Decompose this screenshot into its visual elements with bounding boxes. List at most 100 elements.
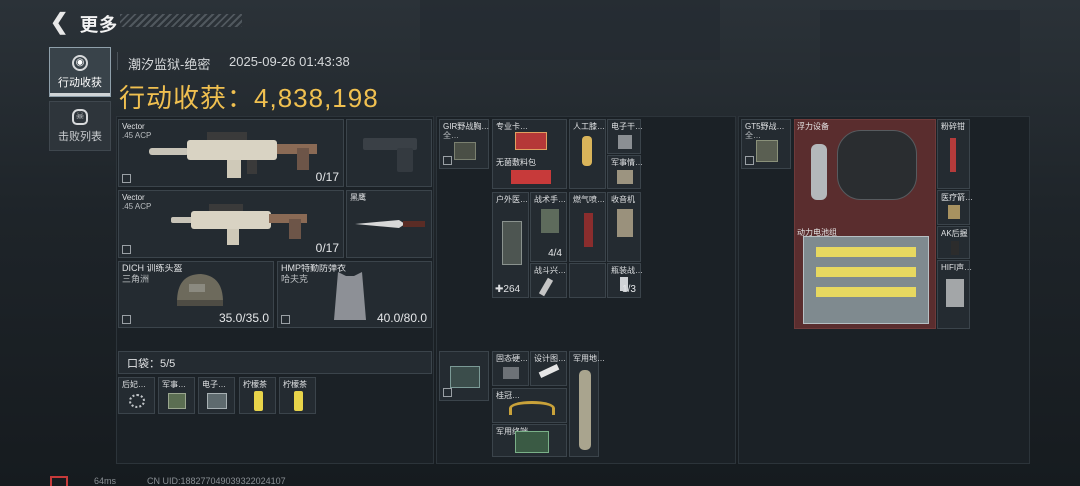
datetime: 2025-09-26 01:43:38 <box>229 54 350 69</box>
safe-slot[interactable]: GT5野战… 全… <box>741 119 791 169</box>
joint-icon <box>582 136 592 166</box>
pocket-item-name: 电子… <box>202 380 226 389</box>
pocket-header: 口袋：5/5 <box>118 351 432 374</box>
item-name: 燃气喷… <box>573 195 605 204</box>
pistol-slot[interactable] <box>346 119 432 187</box>
medkit-count-value: 264 <box>503 284 521 295</box>
lock-icon <box>122 245 131 254</box>
bag-item-cutter[interactable]: 粉碎钳 <box>937 119 970 189</box>
pocket-item-5[interactable]: 柠檬茶 <box>279 377 316 414</box>
bottled-count: 1/3 <box>622 284 636 295</box>
blueprint-icon <box>538 364 560 378</box>
rig-item-tactical[interactable]: 战术手… 4/4 <box>530 192 567 262</box>
rig-item-pro-card[interactable]: 专业卡… 无菌敷料包 <box>492 119 567 189</box>
item-name: 无菌敷料包 <box>496 158 536 167</box>
grip-icon <box>951 241 959 255</box>
ping: 64ms <box>94 476 117 486</box>
secondary-weapon-ammo-count: 0/17 <box>315 241 339 255</box>
vest-icon <box>334 272 366 320</box>
bag-item-ak-grip[interactable]: AK后握 <box>937 226 970 259</box>
rig-item-medkit[interactable]: 户外医… ✚264 <box>492 192 529 298</box>
loot-value: 行动收获：4,838,198 <box>119 78 379 115</box>
rig-item-electronic[interactable]: 电子干… <box>607 119 643 154</box>
tab-loot[interactable]: ◉ 行动收获 <box>49 47 111 97</box>
tank-icon <box>811 144 827 200</box>
uid: CN UID:1882770490393220241​07 <box>147 476 286 486</box>
lock-icon <box>122 315 131 324</box>
secondary-weapon-name: Vector <box>122 193 145 202</box>
item-name: 军事情… <box>611 158 643 167</box>
helmet-durability: 35.0/35.0 <box>218 311 269 325</box>
pocket-item-1[interactable]: 后妃… <box>118 377 155 414</box>
tactical-icon <box>541 209 559 233</box>
map-tube-icon <box>579 370 591 450</box>
document-icon <box>617 170 633 184</box>
item-icon <box>294 391 303 411</box>
bp-item-laurel[interactable]: 桂冠… <box>492 388 567 423</box>
bag-item-hifi[interactable]: HIFI声… <box>937 260 973 329</box>
armor-durability: 40.0/80.0 <box>376 311 427 325</box>
terminal-icon <box>515 431 549 453</box>
bag-item-medical-arrow[interactable]: 医疗箭… <box>937 190 973 225</box>
helmet-slot[interactable]: DICH 训练头盔 三角洲 35.0/35.0 <box>118 261 274 328</box>
rig-item-combat[interactable]: 战斗兴… <box>530 263 567 298</box>
melee-slot[interactable]: 黑鹰 <box>346 190 432 258</box>
item-name: 电子干… <box>611 122 643 131</box>
rig-icon <box>756 140 778 162</box>
cutter-icon <box>950 138 956 172</box>
rig-item-intel[interactable]: 军事情… <box>607 155 643 189</box>
item-name: 瓶装战… <box>611 266 643 275</box>
pocket-item-name: 军事… <box>162 380 186 389</box>
helmet-brand: 三角洲 <box>122 274 150 284</box>
rig-empty-slot[interactable] <box>569 263 606 298</box>
pocket-item-4[interactable]: 柠檬茶 <box>239 377 276 414</box>
pocket-item-2[interactable]: 军事… <box>158 377 195 414</box>
power-battery[interactable] <box>803 236 929 324</box>
item-name: 人工膝… <box>573 122 605 131</box>
medkit-icon <box>502 221 522 265</box>
rig-item-knee[interactable]: 人工膝… <box>569 119 606 189</box>
bp-item-blueprint[interactable]: 设计图… <box>530 351 567 386</box>
pistol-icon <box>363 138 417 172</box>
pocket-item-3[interactable]: 电子… <box>198 377 235 414</box>
secondary-weapon-slot[interactable]: Vector .45 ACP 0/17 <box>118 190 344 258</box>
back-arrow-icon[interactable]: ❮ <box>50 11 70 33</box>
skull-icon: ☠ <box>72 109 88 125</box>
tab-kills[interactable]: ☠ 击败列表 <box>49 101 111 151</box>
item-name: 战术手… <box>534 195 566 204</box>
chest-rig-sub: 全… <box>443 131 459 140</box>
rig-item-bottled[interactable]: 瓶装战… 1/3 <box>607 263 643 298</box>
tab-kills-label: 击败列表 <box>58 131 102 143</box>
item-name: 设计图… <box>534 354 566 363</box>
bp-item-ssd[interactable]: 固态硬… <box>492 351 529 386</box>
battery-cells <box>816 267 916 277</box>
battery-cells <box>816 287 916 297</box>
chest-rig-slot[interactable]: GIR野战胸… 全… <box>439 119 489 169</box>
item-name: 医疗箭… <box>941 193 973 202</box>
chest-rig-name: GIR野战胸… <box>443 122 490 131</box>
bp-item-military-map[interactable]: 军用地… <box>569 351 605 457</box>
melee-name: 黑鹰 <box>350 193 366 202</box>
item-name: 户外医… <box>496 195 528 204</box>
rig-item-gas[interactable]: 燃气喷… <box>569 192 606 262</box>
device-icon <box>837 130 917 200</box>
bp-item-terminal[interactable]: 军用终端 <box>492 424 567 457</box>
rig-item-radio[interactable]: 收音机 <box>607 192 641 262</box>
spray-icon <box>584 213 593 247</box>
card-icon <box>515 132 547 150</box>
safe-name: GT5野战… <box>745 122 785 131</box>
loot-value-number: 4,838,198 <box>254 83 379 113</box>
primary-weapon-slot[interactable]: Vector .45 ACP 0/17 <box>118 119 344 187</box>
buoyancy-device[interactable] <box>805 130 930 220</box>
primary-weapon-name: Vector <box>122 122 145 131</box>
rig-icon <box>454 142 476 160</box>
pocket-item-name: 柠檬茶 <box>283 380 307 389</box>
arrow-icon <box>948 205 960 219</box>
item-name: HIFI声… <box>941 263 973 272</box>
backpack-slot[interactable] <box>439 351 489 401</box>
tactical-count: 4/4 <box>548 248 562 259</box>
armor-slot[interactable]: HMP特勤防弹衣 哈夫克 40.0/80.0 <box>277 261 432 328</box>
chip-icon <box>618 135 632 149</box>
vector-smg-icon <box>171 204 307 245</box>
item-icon <box>254 391 263 411</box>
